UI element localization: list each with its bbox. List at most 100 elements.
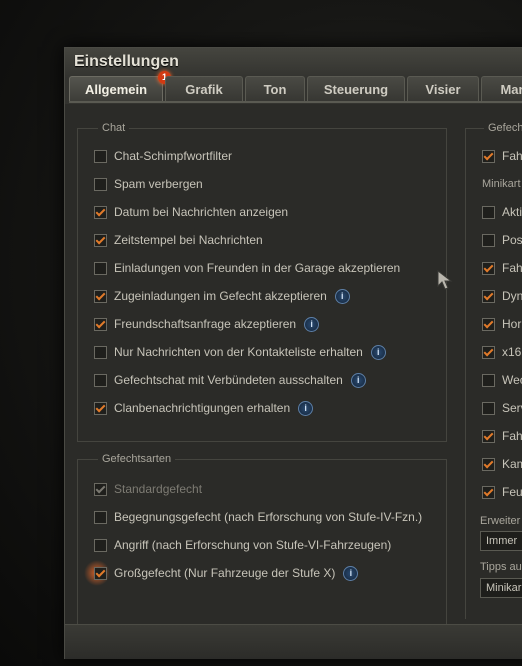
checkbox-row[interactable]: Spam verbergen [94,175,203,193]
checkbox-label: Kame [502,457,522,471]
checkbox-row[interactable]: Gefechtschat mit Verbündeten ausschalten… [94,371,366,389]
checkbox[interactable] [94,233,107,247]
tab-visier[interactable]: Visier [407,76,479,102]
checkbox-row[interactable]: Zugeinladungen im Gefecht akzeptieren i [94,287,350,305]
checkbox-row[interactable]: Fahrz [482,259,522,277]
info-icon[interactable]: i [350,372,366,388]
checkbox-label: x16 u [502,345,522,359]
checkbox-label: Begegnungsgefecht (nach Erforschung von … [114,510,423,524]
mouse-cursor-icon [437,270,453,290]
window-title: Einstellungen [74,53,179,70]
info-icon[interactable]: i [304,316,320,332]
checkbox-row[interactable]: Kame [482,455,522,473]
tips-select[interactable]: Minikar [480,578,522,598]
checkbox[interactable] [482,289,495,303]
tab-label: Steuerung [323,82,389,97]
minimap-label: Minikart [482,178,521,190]
tab-label: Grafik [185,82,223,97]
checkbox[interactable] [482,457,495,471]
checkbox[interactable] [482,373,495,387]
checkbox-label: Nur Nachrichten von der Kontakteliste er… [114,345,363,359]
tab-steuerung[interactable]: Steuerung [307,76,405,102]
checkbox-row[interactable]: x16 u [482,343,522,361]
info-icon[interactable]: i [343,565,359,581]
checkbox-label: Spam verbergen [114,177,203,191]
advanced-select[interactable]: Immer [480,531,522,551]
checkbox[interactable] [94,538,107,552]
info-icon[interactable]: i [298,400,314,416]
checkbox[interactable] [94,401,107,415]
checkbox-label: Zeitstempel bei Nachrichten [114,233,263,247]
checkbox[interactable] [482,401,495,415]
tab-allgemein[interactable]: Allgemein 1 [69,71,171,102]
checkbox-row[interactable]: Datum bei Nachrichten anzeigen [94,203,288,221]
checkbox[interactable] [482,317,495,331]
checkbox-row[interactable]: Nur Nachrichten von der Kontakteliste er… [94,343,386,361]
checkbox[interactable] [94,261,107,275]
checkbox-row[interactable]: Begegnungsgefecht (nach Erforschung von … [94,508,422,526]
checkbox-label: Dyna [502,289,522,303]
checkbox-label: Zugeinladungen im Gefecht akzeptieren [114,289,327,303]
title-bar: Einstellungen [65,48,522,78]
checkbox[interactable] [94,205,107,219]
checkbox[interactable] [94,345,107,359]
checkbox-row[interactable]: Dyna [482,287,522,305]
checkbox-row[interactable]: Angriff (nach Erforschung von Stufe-VI-F… [94,536,391,554]
chat-legend: Chat [98,122,130,134]
checkbox-row[interactable]: Großgefecht (Nur Fahrzeuge der Stufe X) … [84,560,359,586]
checkbox[interactable] [482,261,495,275]
tab-grafik[interactable]: Grafik [165,76,243,102]
checkbox-row[interactable]: Post- [482,231,522,249]
tab-markierungen[interactable]: Mar [481,76,522,102]
checkbox-row[interactable]: Einladungen von Freunden in der Garage a… [94,259,400,277]
checkbox-row[interactable]: Wech [482,371,522,389]
checkbox[interactable] [482,233,495,247]
checkbox[interactable] [94,482,107,496]
checkbox[interactable] [482,205,495,219]
tips-label: Tipps au [480,561,522,573]
checkbox-row[interactable]: Fahrz [482,427,522,445]
battle-settings-legend: Gefecht [484,122,522,134]
checkbox-row[interactable]: Horiz [482,315,522,333]
footer-bar [65,624,522,659]
checkbox[interactable] [94,177,107,191]
checkbox[interactable] [94,317,107,331]
tab-content: Chat Chat-Schimpfwortfilter Spam verberg… [65,104,522,635]
checkbox[interactable] [482,345,495,359]
checkbox-label: Standardgefecht [114,482,203,496]
checkbox[interactable] [94,149,107,163]
checkbox-row[interactable]: Aktiv [482,203,522,221]
checkbox-row[interactable]: Feue [482,483,522,501]
tab-label: Ton [263,82,287,97]
tab-ton[interactable]: Ton [245,76,305,102]
checkbox[interactable] [482,429,495,443]
checkbox[interactable] [94,289,107,303]
tab-divider [69,101,522,103]
checkbox-label: Horiz [502,317,522,331]
checkbox-label: Chat-Schimpfwortfilter [114,149,233,163]
checkbox-row[interactable]: Standardgefecht [94,480,202,498]
checkbox-label: Post- [502,233,522,247]
checkbox-row[interactable]: Serve [482,399,522,417]
info-icon[interactable]: i [370,344,386,360]
checkbox[interactable] [94,510,107,524]
battle-types-panel: Gefechtsarten Standardgefecht Begegnungs… [77,453,447,635]
checkbox-row[interactable]: Zeitstempel bei Nachrichten [94,231,263,249]
checkbox-label: Einladungen von Freunden in der Garage a… [114,261,401,275]
checkbox[interactable] [482,485,495,499]
info-icon[interactable]: i [334,288,350,304]
checkbox-row[interactable]: Chat-Schimpfwortfilter [94,147,232,165]
checkbox[interactable] [482,149,495,163]
chat-panel: Chat Chat-Schimpfwortfilter Spam verberg… [77,122,447,442]
checkbox-row[interactable]: Freundschaftsanfrage akzeptieren i [94,315,320,333]
advanced-label: Erweiter [480,515,521,527]
checkbox-label: Fahrz [502,261,522,275]
checkbox[interactable] [94,373,107,387]
checkbox[interactable] [94,566,107,580]
checkbox-row[interactable]: Clanbenachrichtigungen erhalten i [94,399,314,417]
checkbox-label: Fahrz [502,429,522,443]
checkbox-label: Feue [502,485,522,499]
tab-label: Visier [425,82,461,97]
checkbox-label: Angriff (nach Erforschung von Stufe-VI-F… [114,538,392,552]
checkbox-row[interactable]: Fahrz [482,147,522,165]
